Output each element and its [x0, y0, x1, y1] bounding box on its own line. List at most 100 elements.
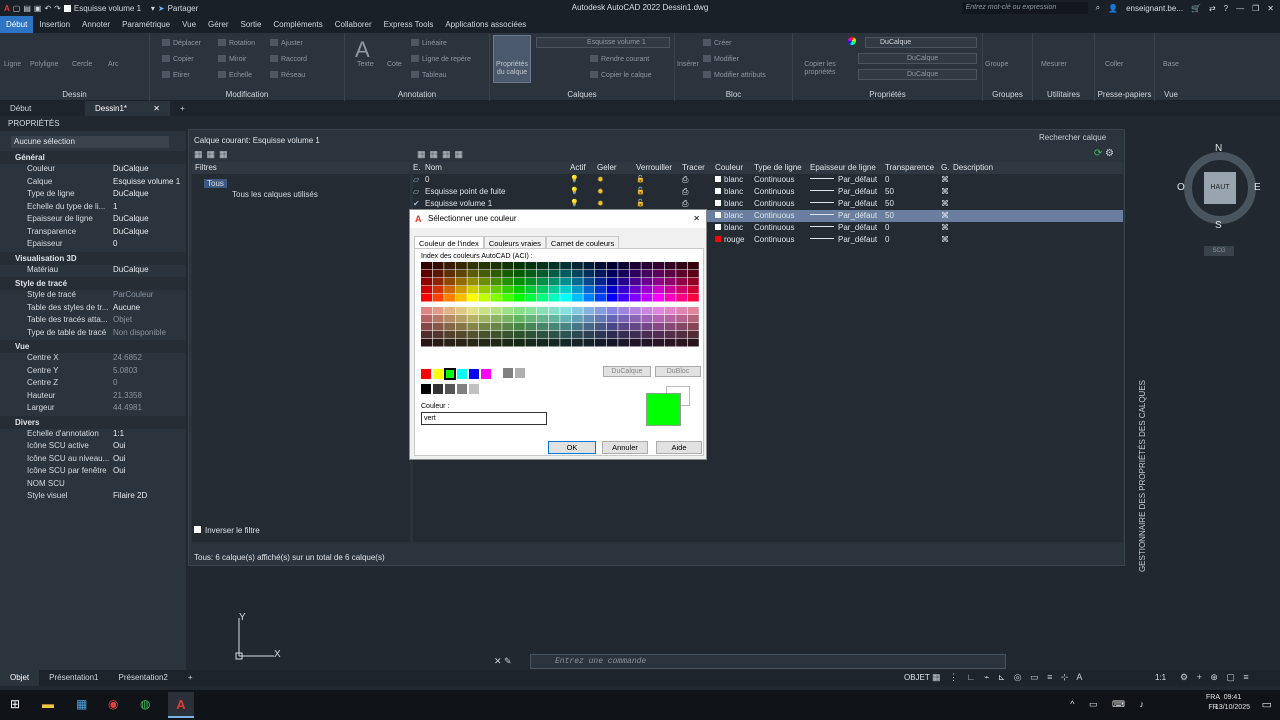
layer-name[interactable]: 0	[425, 174, 570, 186]
aci-swatch[interactable]	[421, 270, 432, 278]
minimize-icon[interactable]: —	[1236, 4, 1244, 13]
aci-swatch[interactable]	[664, 315, 676, 323]
aci-swatch[interactable]	[537, 315, 548, 323]
aci-swatch[interactable]	[548, 262, 560, 270]
aci-palette-bottom[interactable]	[421, 307, 701, 347]
new-tab-button[interactable]: +	[170, 101, 195, 116]
aci-swatch[interactable]	[664, 270, 676, 278]
aci-swatch[interactable]	[618, 286, 630, 294]
aci-swatch[interactable]	[490, 294, 502, 302]
property-row[interactable]: Centre Z 0	[0, 378, 186, 391]
bylayer-button[interactable]: DuCalque	[603, 366, 651, 377]
aci-swatch[interactable]	[618, 331, 630, 339]
aci-swatch[interactable]	[548, 286, 560, 294]
lock-icon[interactable]: 🔓	[636, 186, 682, 198]
aci-swatch[interactable]	[618, 262, 630, 270]
help-button[interactable]: Aide	[656, 441, 702, 454]
layer-color[interactable]: rouge	[715, 234, 754, 246]
aci-swatch[interactable]	[513, 270, 525, 278]
sun-icon[interactable]: ✹	[597, 174, 636, 186]
aci-swatch[interactable]	[444, 270, 456, 278]
aci-swatch[interactable]	[664, 307, 676, 315]
aci-swatch[interactable]	[467, 294, 479, 302]
aci-swatch[interactable]	[629, 270, 641, 278]
aci-swatch[interactable]	[525, 278, 537, 286]
aci-swatch[interactable]	[618, 270, 630, 278]
aci-swatch[interactable]	[432, 278, 444, 286]
ribbon-linear[interactable]: Linéaire	[411, 39, 447, 47]
bulb-icon[interactable]: 💡	[570, 186, 597, 198]
selection-dropdown[interactable]: Aucune sélection	[11, 136, 169, 148]
layer-linetype[interactable]: Continuous	[754, 186, 810, 198]
new-vp-freeze-icon[interactable]: ⌘	[941, 210, 953, 222]
aci-swatch[interactable]	[513, 294, 525, 302]
layer-linetype[interactable]: Continuous	[754, 198, 810, 210]
aci-swatch[interactable]	[502, 307, 514, 315]
aci-swatch[interactable]	[606, 331, 618, 339]
aci-swatch[interactable]	[560, 339, 572, 347]
aci-swatch[interactable]	[444, 262, 456, 270]
property-value[interactable]: 0	[113, 239, 186, 252]
aci-swatch[interactable]	[513, 278, 525, 286]
ribbon-tab-4[interactable]: Vue	[176, 16, 202, 33]
ribbon-tab-3[interactable]: Paramétrique	[116, 16, 176, 33]
aci-swatch[interactable]	[548, 294, 560, 302]
aci-swatch[interactable]	[444, 323, 456, 331]
column-header[interactable]: E.	[413, 162, 425, 174]
aci-swatch[interactable]	[606, 294, 618, 302]
ribbon-make-current[interactable]: Rendre courant	[590, 55, 649, 63]
new-vp-freeze-icon[interactable]: ⌘	[941, 234, 953, 246]
aci-swatch[interactable]	[676, 262, 688, 270]
aci-swatch[interactable]	[432, 315, 444, 323]
aci-swatch[interactable]	[537, 323, 548, 331]
compass-north[interactable]: N	[1215, 143, 1222, 154]
aci-swatch[interactable]	[432, 262, 444, 270]
layer-name[interactable]: Esquisse point de fuite	[425, 186, 570, 198]
notifications-icon[interactable]: ▭	[1262, 698, 1272, 711]
aci-swatch[interactable]	[641, 331, 653, 339]
layer-transparency[interactable]: 50	[885, 198, 941, 210]
ribbon-tab-8[interactable]: Collaborer	[329, 16, 378, 33]
gray-swatch[interactable]	[445, 384, 455, 394]
aci-swatch[interactable]	[502, 286, 514, 294]
gray-swatch[interactable]	[503, 368, 513, 378]
ribbon-stretch[interactable]: Etirer	[162, 71, 190, 79]
property-value[interactable]: 24.6852	[113, 353, 186, 366]
aci-swatch[interactable]	[537, 286, 548, 294]
aci-swatch[interactable]	[676, 339, 688, 347]
aci-swatch[interactable]	[653, 270, 664, 278]
ribbon-tab-10[interactable]: Applications associées	[439, 16, 532, 33]
aci-swatch[interactable]	[455, 278, 467, 286]
aci-swatch[interactable]	[676, 278, 688, 286]
aci-swatch[interactable]	[490, 331, 502, 339]
aci-swatch[interactable]	[595, 339, 606, 347]
property-value[interactable]: Oui	[113, 454, 186, 467]
layer-transparency[interactable]: 0	[885, 222, 941, 234]
new-vp-freeze-icon[interactable]: ⌘	[941, 174, 953, 186]
aci-swatch[interactable]	[629, 339, 641, 347]
aci-swatch[interactable]	[467, 307, 479, 315]
aci-swatch[interactable]	[676, 270, 688, 278]
column-header[interactable]: Verrouiller	[636, 162, 682, 174]
layer-color[interactable]: blanc	[715, 210, 754, 222]
layer-lineweight[interactable]: Par_défaut	[810, 174, 885, 186]
aci-swatch[interactable]	[537, 331, 548, 339]
aci-swatch[interactable]	[421, 262, 432, 270]
aci-swatch[interactable]	[664, 286, 676, 294]
aci-swatch[interactable]	[455, 262, 467, 270]
aci-swatch[interactable]	[479, 286, 490, 294]
aci-swatch[interactable]	[479, 294, 490, 302]
table-row[interactable]: ▱ Esquisse point de fuite 💡 ✹ 🔓 ⎙ blanc Continu…	[413, 186, 1123, 198]
aci-swatch[interactable]	[618, 294, 630, 302]
aci-swatch[interactable]	[548, 270, 560, 278]
layer-lineweight[interactable]: Par_défaut	[810, 234, 885, 246]
ribbon-fillet[interactable]: Raccord	[270, 55, 307, 63]
aci-swatch[interactable]	[479, 307, 490, 315]
lineweight-combo[interactable]: DuCalque	[858, 53, 977, 64]
aci-swatch[interactable]	[502, 262, 514, 270]
ribbon-tab-5[interactable]: Gérer	[202, 16, 234, 33]
aci-swatch[interactable]	[676, 331, 688, 339]
new-vp-freeze-icon[interactable]: ⌘	[941, 222, 953, 234]
aci-swatch[interactable]	[653, 278, 664, 286]
aci-swatch[interactable]	[432, 339, 444, 347]
